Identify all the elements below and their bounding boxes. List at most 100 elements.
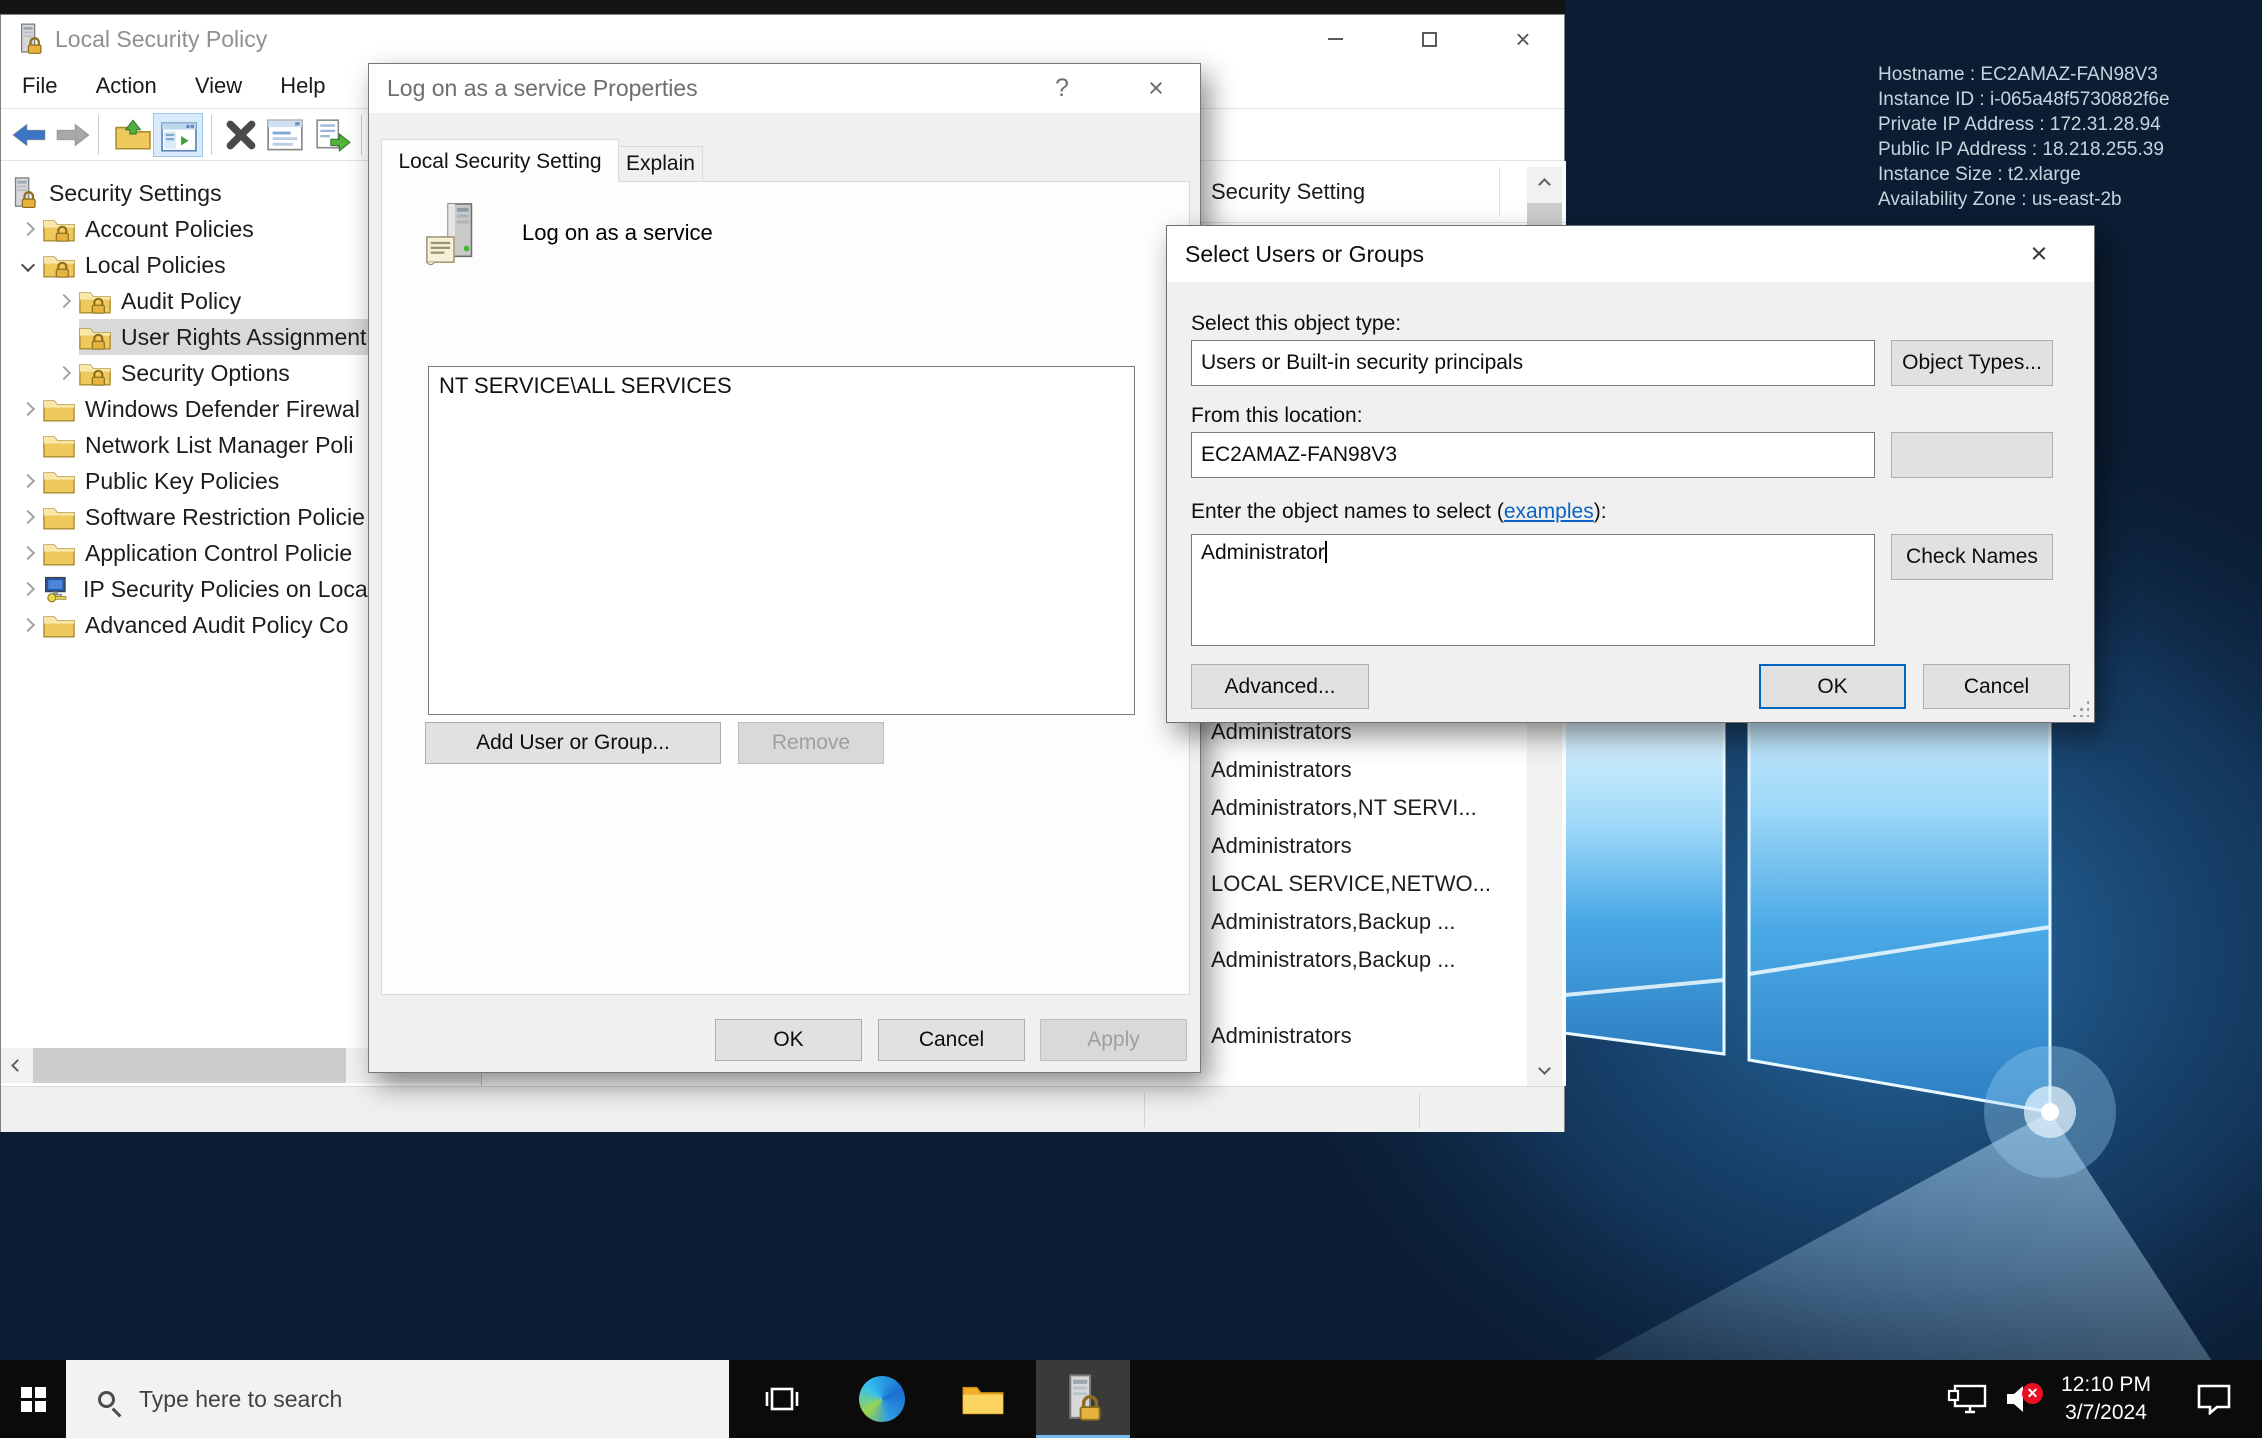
local-security-policy-icon [17, 23, 43, 55]
help-button[interactable]: ? [1037, 64, 1087, 113]
tab-local-security-setting[interactable]: Local Security Setting [381, 139, 619, 182]
chevron-right-icon[interactable] [21, 474, 35, 488]
back-icon[interactable] [11, 117, 47, 153]
menu-help[interactable]: Help [264, 63, 341, 108]
folder-icon [43, 396, 75, 423]
locations-button[interactable] [1891, 432, 2053, 478]
scroll-left-button[interactable] [1, 1048, 33, 1083]
window-title: Local Security Policy [55, 15, 267, 63]
apply-button[interactable]: Apply [1040, 1019, 1187, 1061]
object-type-field[interactable]: Users or Built-in security principals [1191, 340, 1875, 386]
check-names-button[interactable]: Check Names [1891, 534, 2053, 580]
column-header-security-setting[interactable]: Security Setting [1211, 161, 1365, 223]
file-explorer-button[interactable] [948, 1360, 1018, 1438]
list-row[interactable]: LOCAL SERVICE,NETWO... [1172, 865, 1502, 903]
network-tray-button[interactable] [1944, 1360, 1992, 1438]
task-view-button[interactable] [752, 1360, 812, 1438]
show-console-tree-icon [161, 119, 197, 155]
policy-name: Log on as a service [522, 220, 713, 246]
scrollbar-thumb[interactable] [33, 1048, 346, 1083]
dialog-title: Select Users or Groups [1185, 226, 1424, 282]
forward-icon[interactable] [55, 117, 91, 153]
volume-tray-button[interactable]: ✕ [1996, 1360, 2044, 1438]
edge-button[interactable] [848, 1360, 916, 1438]
cancel-button[interactable]: Cancel [878, 1019, 1025, 1061]
tab-explain[interactable]: Explain [619, 146, 703, 182]
start-button[interactable] [0, 1360, 66, 1438]
show-console-tree-button[interactable] [153, 113, 203, 157]
scroll-down-button[interactable] [1528, 1051, 1560, 1086]
chevron-right-icon[interactable] [21, 582, 35, 596]
object-names-input[interactable]: Administrator [1191, 534, 1875, 646]
status-bar [1, 1086, 1564, 1132]
examples-link[interactable]: examples [1504, 500, 1594, 523]
ec2-info-line: Instance Size : t2.xlarge [1878, 162, 2170, 187]
object-type-label: Select this object type: [1191, 312, 1401, 336]
action-center-button[interactable] [2186, 1360, 2242, 1438]
folder-icon [43, 612, 75, 639]
dialog-title-bar[interactable]: Select Users or Groups × [1167, 226, 2094, 282]
folder-lock-icon [79, 324, 111, 351]
folder-icon [43, 540, 75, 567]
delete-icon[interactable] [225, 119, 257, 151]
chevron-right-icon[interactable] [21, 618, 35, 632]
folder-icon [43, 504, 75, 531]
object-types-button[interactable]: Object Types... [1891, 340, 2053, 386]
from-location-field[interactable]: EC2AMAZ-FAN98V3 [1191, 432, 1875, 478]
ok-button[interactable]: OK [715, 1019, 862, 1061]
close-icon: × [2031, 238, 2048, 271]
close-button[interactable]: × [1476, 15, 1570, 63]
taskbar-clock[interactable]: 12:10 PM 3/7/2024 [2050, 1371, 2162, 1427]
advanced-button[interactable]: Advanced... [1191, 664, 1369, 709]
chevron-down-icon [1538, 1062, 1551, 1075]
menu-file[interactable]: File [6, 63, 73, 108]
ec2-info-line: Public IP Address : 18.218.255.39 [1878, 137, 2170, 162]
help-icon: ? [1055, 74, 1069, 103]
maximize-button[interactable] [1382, 15, 1476, 63]
menu-action[interactable]: Action [80, 63, 173, 108]
list-row[interactable]: Administrators [1172, 751, 1502, 789]
menu-view[interactable]: View [179, 63, 258, 108]
dialog-title-bar[interactable]: Log on as a service Properties ? × [369, 64, 1200, 113]
remove-button[interactable]: Remove [738, 722, 884, 764]
status-separator [1419, 1093, 1420, 1127]
list-row[interactable]: Administrators,Backup ... [1172, 941, 1502, 979]
chevron-down-icon[interactable] [21, 258, 35, 272]
folder-lock-icon [79, 288, 111, 315]
scroll-up-button[interactable] [1528, 167, 1560, 202]
chevron-right-icon[interactable] [21, 222, 35, 236]
chevron-right-icon[interactable] [21, 402, 35, 416]
clock-time: 12:10 PM [2050, 1371, 2162, 1399]
close-button[interactable]: × [2007, 226, 2071, 282]
properties-icon[interactable] [267, 117, 303, 153]
ok-button[interactable]: OK [1759, 664, 1906, 709]
export-folder-icon[interactable] [115, 117, 151, 153]
member-entry[interactable]: NT SERVICE\ALL SERVICES [439, 373, 732, 398]
window-top-strip [0, 0, 1565, 14]
chevron-right-icon[interactable] [57, 366, 71, 380]
local-security-policy-taskbar-button[interactable] [1036, 1360, 1130, 1438]
title-bar[interactable]: Local Security Policy × [1, 15, 1564, 63]
resize-grip[interactable] [2071, 699, 2089, 717]
list-row[interactable]: Administrators [1172, 827, 1502, 865]
chevron-right-icon[interactable] [21, 510, 35, 524]
members-list[interactable]: NT SERVICE\ALL SERVICES [428, 366, 1135, 715]
export-list-icon[interactable] [315, 117, 351, 153]
add-user-or-group-button[interactable]: Add User or Group... [425, 722, 721, 764]
list-row[interactable]: Administrators,Backup ... [1172, 903, 1502, 941]
chevron-right-icon[interactable] [21, 546, 35, 560]
cancel-button[interactable]: Cancel [1923, 664, 2070, 709]
ec2-info-line: Hostname : EC2AMAZ-FAN98V3 [1878, 62, 2170, 87]
taskbar-search-input[interactable]: Type here to search [66, 1360, 729, 1438]
file-explorer-icon [961, 1381, 1005, 1417]
desktop: Hostname : EC2AMAZ-FAN98V3 Instance ID :… [0, 0, 2262, 1438]
chevron-up-icon [1538, 178, 1551, 191]
chevron-right-icon[interactable] [57, 294, 71, 308]
list-row[interactable]: Administrators [1172, 1017, 1502, 1055]
maximize-icon [1422, 32, 1437, 47]
list-row[interactable]: Administrators,NT SERVI... [1172, 789, 1502, 827]
list-row[interactable] [1172, 979, 1502, 1017]
close-button[interactable]: × [1127, 64, 1185, 113]
column-divider[interactable] [1499, 167, 1500, 217]
minimize-button[interactable] [1288, 15, 1382, 63]
